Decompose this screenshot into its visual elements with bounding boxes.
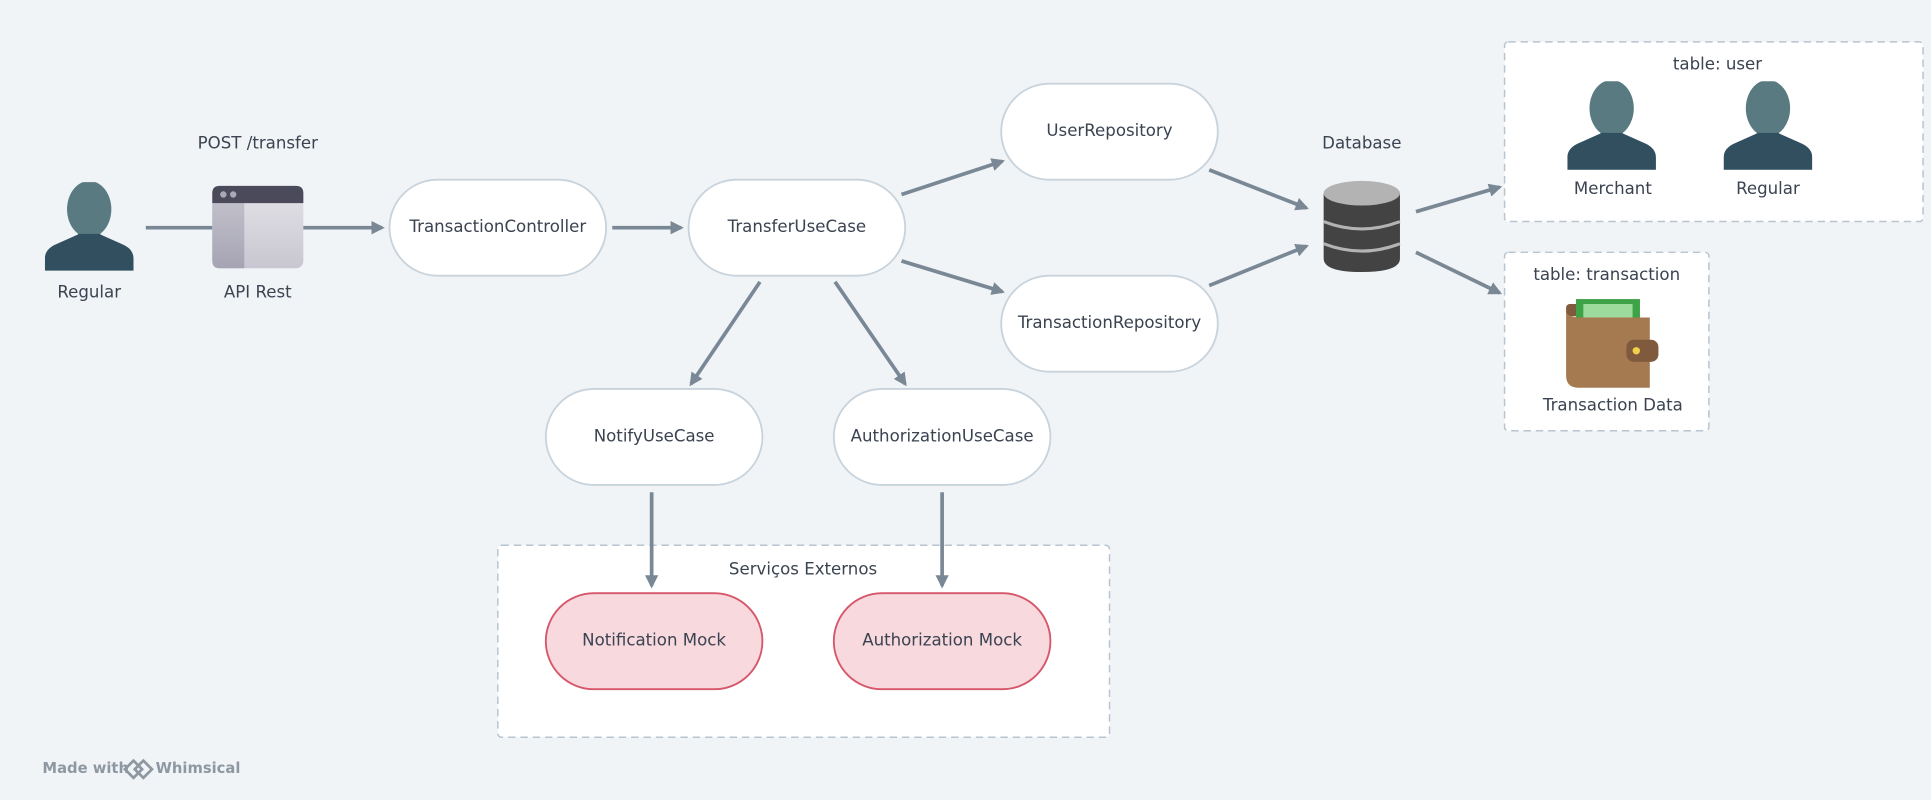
node-label: UserRepository xyxy=(1046,121,1172,140)
node-notification-mock[interactable]: Notification Mock xyxy=(544,592,764,691)
api-label: API Rest xyxy=(224,282,292,301)
arrow-transfer-to-notify xyxy=(689,280,762,387)
arrow-user-repo-to-db xyxy=(1208,168,1309,211)
database-icon xyxy=(1323,180,1401,272)
whimsical-brand-text: Whimsical xyxy=(156,760,241,777)
database-label: Database xyxy=(1322,133,1401,152)
node-transfer-use-case[interactable]: TransferUseCase xyxy=(687,178,907,277)
arrow-db-to-user-table xyxy=(1415,183,1503,214)
arrow-transfer-to-tx-repo xyxy=(900,259,1005,295)
table-user-item: Regular xyxy=(1736,179,1800,198)
node-label: TransactionRepository xyxy=(1017,313,1202,332)
browser-window-icon xyxy=(212,185,304,269)
node-authorization-mock[interactable]: Authorization Mock xyxy=(832,592,1052,691)
node-label: TransferUseCase xyxy=(727,217,866,236)
made-with-text: Made with xyxy=(42,760,129,777)
node-label: Authorization Mock xyxy=(862,631,1022,650)
node-notify-use-case[interactable]: NotifyUseCase xyxy=(544,388,764,486)
api-endpoint-label: POST /transfer xyxy=(198,133,318,152)
table-user-item: Merchant xyxy=(1574,179,1652,198)
table-transaction-item: Transaction Data xyxy=(1542,396,1683,415)
user-icon xyxy=(44,182,134,271)
node-transaction-repository[interactable]: TransactionRepository xyxy=(1000,274,1219,373)
arrow-tx-repo-to-db xyxy=(1208,243,1309,288)
node-authorization-use-case[interactable]: AuthorizationUseCase xyxy=(832,388,1052,486)
external-services-title: Serviços Externos xyxy=(729,559,877,578)
node-label: TransactionController xyxy=(408,217,586,236)
node-label: NotifyUseCase xyxy=(594,426,715,445)
node-transaction-controller[interactable]: TransactionController xyxy=(388,178,608,277)
actor-label: Regular xyxy=(57,282,121,301)
architecture-diagram: Serviços Externos Regular POST /transfer… xyxy=(42,41,1924,780)
node-label: Notification Mock xyxy=(582,631,726,650)
whimsical-badge[interactable]: Made with Whimsical xyxy=(42,758,241,780)
node-user-repository[interactable]: UserRepository xyxy=(1000,82,1219,181)
arrow-transfer-to-authorization xyxy=(833,280,907,387)
table-user-title: table: user xyxy=(1673,55,1762,74)
arrow-db-to-tx-table xyxy=(1415,250,1503,295)
table-transaction-title: table: transaction xyxy=(1533,265,1680,284)
node-label: AuthorizationUseCase xyxy=(851,426,1034,445)
arrow-transfer-to-user-repo xyxy=(900,158,1005,197)
